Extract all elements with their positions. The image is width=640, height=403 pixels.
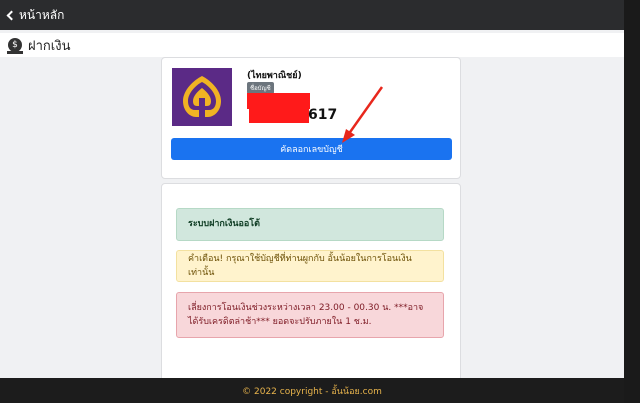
- redacted-account-name: [247, 93, 310, 109]
- deposit-info-card: ระบบฝากเงินออโต้ คำเตือน! กรุณาใช้บัญชีท…: [161, 183, 461, 385]
- top-bar: หน้าหลัก: [0, 0, 624, 30]
- footer: © 2022 copyright - อั้นน้อย.com: [0, 378, 624, 403]
- back-link[interactable]: หน้าหลัก: [19, 6, 64, 25]
- chevron-left-icon[interactable]: [6, 10, 17, 20]
- main-content: $ ฝากเงิน (ไทยพาณิชย์) ชื่อบัญชี 617 คัด…: [0, 30, 624, 385]
- page-header: $ ฝากเงิน: [0, 33, 624, 57]
- bank-account-card: (ไทยพาณิชย์) ชื่อบัญชี 617 คัดลอกเลขบัญช…: [161, 57, 461, 179]
- bank-name: (ไทยพาณิชย์): [247, 71, 302, 81]
- account-number-tail: 617: [308, 107, 338, 123]
- copy-account-button[interactable]: คัดลอกเลขบัญชี: [171, 138, 452, 160]
- auto-deposit-alert: ระบบฝากเงินออโต้: [176, 208, 444, 241]
- redacted-account-number: [249, 109, 309, 123]
- bank-logo: [172, 68, 232, 126]
- page-title: ฝากเงิน: [28, 38, 71, 54]
- danger-alert: เลี่ยงการโอนเงินช่วงระหว่างเวลา 23.00 - …: [176, 292, 444, 338]
- scrollbar[interactable]: [624, 0, 640, 403]
- deposit-icon: $: [7, 38, 23, 54]
- warning-alert: คำเตือน! กรุณาใช้บัญชีที่ท่านผูกกับ อั้น…: [176, 250, 444, 282]
- annotation-arrow-icon: [342, 86, 384, 143]
